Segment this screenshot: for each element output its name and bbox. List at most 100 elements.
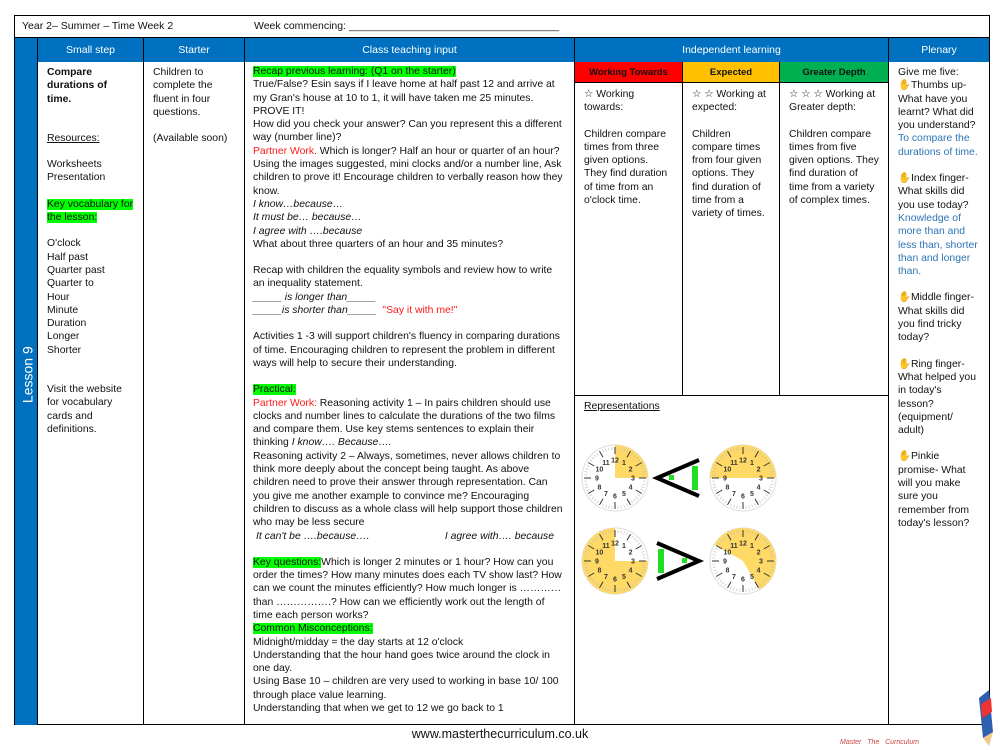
clock-number: 5 (622, 574, 626, 581)
shorter-stem: _____is shorter than_____ (253, 305, 377, 317)
stem: It must be… because… (253, 212, 362, 224)
header-plenary: Plenary (889, 38, 990, 62)
plenary-answer: To compare the durations of time. (898, 133, 978, 158)
hand-icon: ✋ (898, 173, 911, 185)
starter-note: (Available soon) (153, 133, 228, 145)
partner-label: Partner Work. (253, 145, 317, 157)
say-it: "Say it with me!" (382, 305, 458, 317)
class-teaching-column: Recap previous learning: (Q1 on the star… (245, 62, 575, 725)
misconceptions-list: Midnight/midday = the day starts at 12 o… (253, 636, 566, 716)
header-starter: Starter (144, 38, 245, 62)
resources-label: Resources: (47, 132, 100, 144)
header-class-teaching: Class teaching input (245, 38, 575, 62)
reasoning-2: Reasoning activity 2 – Always, sometimes… (253, 450, 563, 529)
clock-number: 3 (759, 559, 763, 566)
clock-number: 1 (750, 543, 754, 550)
logo: Master The Curriculum (840, 739, 919, 746)
clock-face: 1234567891011 12 (709, 444, 777, 512)
star-icon: ☆ ☆ ☆ (789, 89, 826, 100)
header-independent: Independent learning (575, 38, 889, 62)
tier-text: Children compare times from three given … (584, 128, 668, 207)
vocab-item: Minute (47, 304, 79, 316)
star-icon: ☆ ☆ (692, 89, 717, 100)
starter-text: Children to complete the fluent in four … (153, 67, 213, 118)
vocab-item: Hour (47, 291, 70, 303)
vocab-item: Half past (47, 251, 89, 263)
practical-label: Practical: (253, 384, 296, 396)
hand-icon: ✋ (898, 292, 911, 304)
clock-number: 11 (730, 543, 738, 550)
plenary-question: Ring finger- What helped you in today's … (898, 358, 976, 437)
clock-number: 1 (622, 460, 626, 467)
clock-number: 11 (602, 460, 610, 467)
vocab-list: O'clock Half past Quarter past Quarter to Ho… (47, 237, 134, 357)
clock-number: 11 (602, 543, 610, 550)
vocab-item: Duration (47, 318, 87, 330)
clock-number: 10 (724, 467, 732, 474)
clock-number: 6 (613, 494, 617, 501)
key-questions-label: Key questions: (253, 556, 322, 568)
misconception-item: Using Base 10 – children are very used t… (253, 676, 559, 701)
misconception-item: Understanding that when we get to 12 we … (253, 703, 504, 715)
vocab-item: Quarter to (47, 278, 94, 290)
clock-number: 8 (597, 568, 601, 575)
clock-number: 4 (757, 485, 761, 492)
recap-text: True/False? Esin says if I leave home at… (253, 79, 555, 117)
vocab-label: Key vocabulary for the lesson: (47, 198, 134, 224)
clock-number: 4 (757, 568, 761, 575)
page-title: Year 2– Summer – Time Week 2 (22, 20, 174, 32)
clock-number: 1 (750, 460, 754, 467)
clock-number: 8 (597, 485, 601, 492)
clock-number: 8 (725, 485, 729, 492)
resource-item: Presentation (47, 172, 106, 184)
clock-number: 2 (757, 550, 761, 557)
clock-number: 5 (750, 574, 754, 581)
check-text: How did you check your answer? Can you r… (253, 119, 562, 144)
greater-than-symbol (656, 541, 705, 581)
title-bar: Year 2– Summer – Time Week 2 Week commen… (14, 15, 990, 38)
lesson-sidebar: Lesson 9 (15, 38, 37, 725)
pencil-logo-icon (979, 690, 993, 746)
misconceptions-label: Common Misconceptions: (253, 623, 373, 635)
clock-number: 12 (739, 541, 747, 548)
clock-number: 5 (750, 491, 754, 498)
clock-number: 6 (613, 577, 617, 584)
tier-column: ☆ Working towards: Children compare times… (575, 83, 683, 395)
small-step-column: Compare durations of time. Resources: Wo… (37, 62, 144, 725)
clock-number: 12 (611, 458, 619, 465)
tier-header-0: Working Towards (575, 62, 683, 83)
tier-header-2: Greater Depth (780, 62, 889, 83)
clock-number: 3 (759, 476, 763, 483)
lesson-label: Lesson 9 (19, 346, 36, 404)
stem-cant: It can't be ….because…. (256, 530, 370, 542)
three-quarters-question: What about three quarters of an hour and… (253, 238, 504, 250)
representations-clocks: 1234567891011 12 1234567891011 121234567891… (581, 444, 777, 595)
representations-panel: Representations 1 2 3 4 5 6 7 8 9 10 11 12 1 2 3 4 5 6 7 8 9… (575, 395, 889, 725)
tier-text: Children compare times from four given o… (692, 128, 765, 220)
resource-item: Worksheets (47, 159, 102, 171)
clock-number: 3 (631, 559, 635, 566)
plenary-column: Give me five: ✋Thumbs up- What have you … (889, 62, 990, 725)
clock-face: 1234567891011 12 (581, 527, 649, 595)
clock-number: 5 (622, 491, 626, 498)
clock-number: 7 (604, 574, 608, 581)
small-step-title: Compare durations of time. (47, 67, 108, 105)
clock-number: 2 (629, 467, 633, 474)
clock-face: 1234567891011 12 (709, 527, 777, 595)
clock-number: 2 (757, 467, 761, 474)
representations-label: Representations (584, 401, 660, 412)
clock-number: 6 (741, 494, 745, 501)
star-icon: ☆ (584, 89, 597, 100)
less-than-symbol (651, 458, 700, 498)
plenary-answer: Knowledge of more than and less than, sh… (898, 212, 978, 278)
practical-partner-label: Partner Work: (253, 397, 317, 409)
activities-text: Activities 1 -3 will support children's … (253, 331, 560, 369)
hand-icon: ✋ (898, 358, 911, 370)
clock-number: 9 (723, 476, 727, 483)
clock-number: 10 (596, 467, 604, 474)
vocab-item: Longer (47, 331, 80, 343)
clock-number: 4 (629, 568, 633, 575)
clock-number: 10 (596, 550, 604, 557)
clock-number: 8 (725, 568, 729, 575)
hand-icon: ✋ (898, 451, 911, 463)
